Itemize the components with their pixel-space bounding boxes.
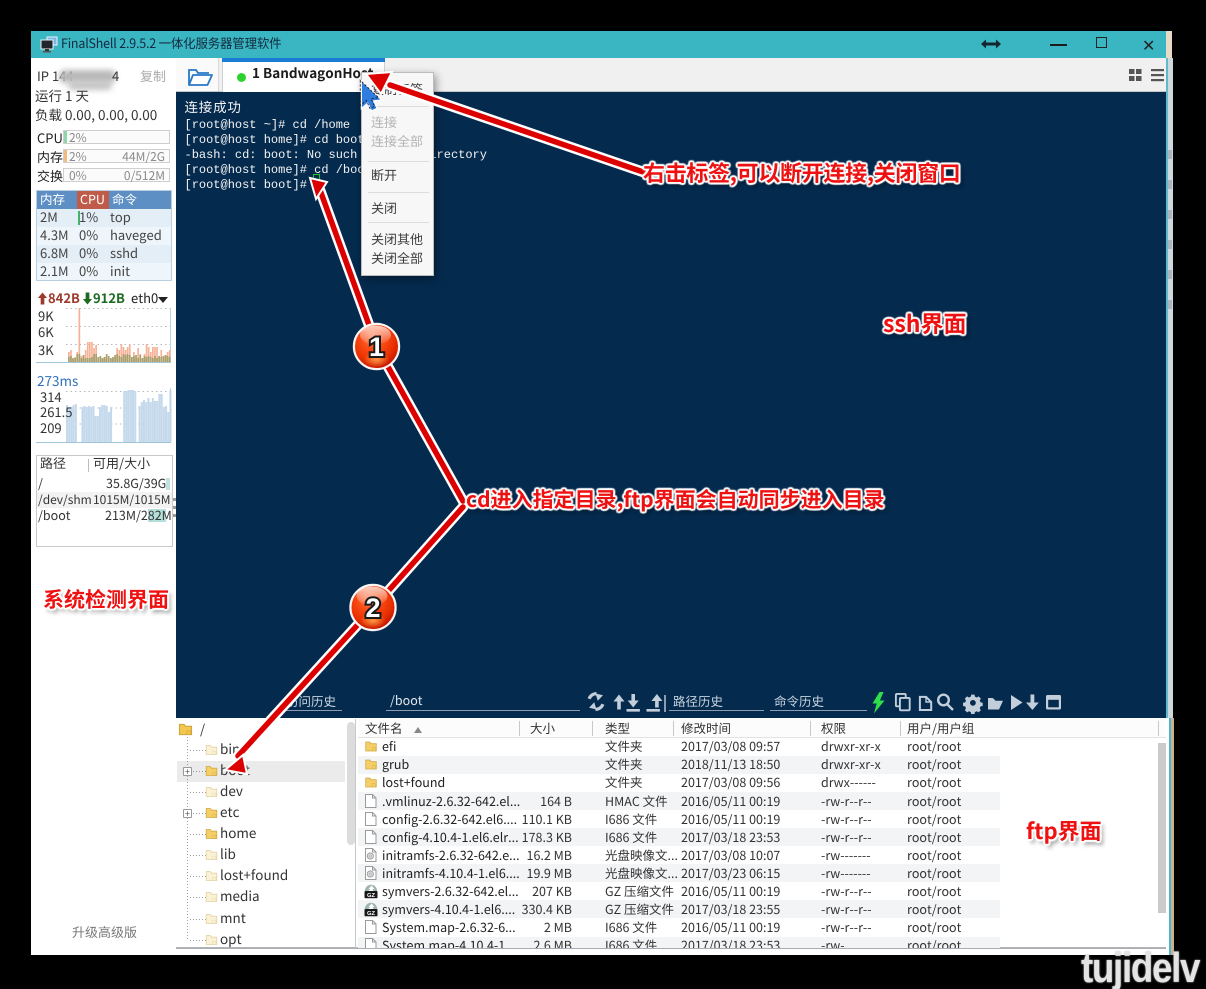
svg-text:GZ: GZ <box>367 893 376 899</box>
svg-text:GZ: GZ <box>367 911 376 917</box>
